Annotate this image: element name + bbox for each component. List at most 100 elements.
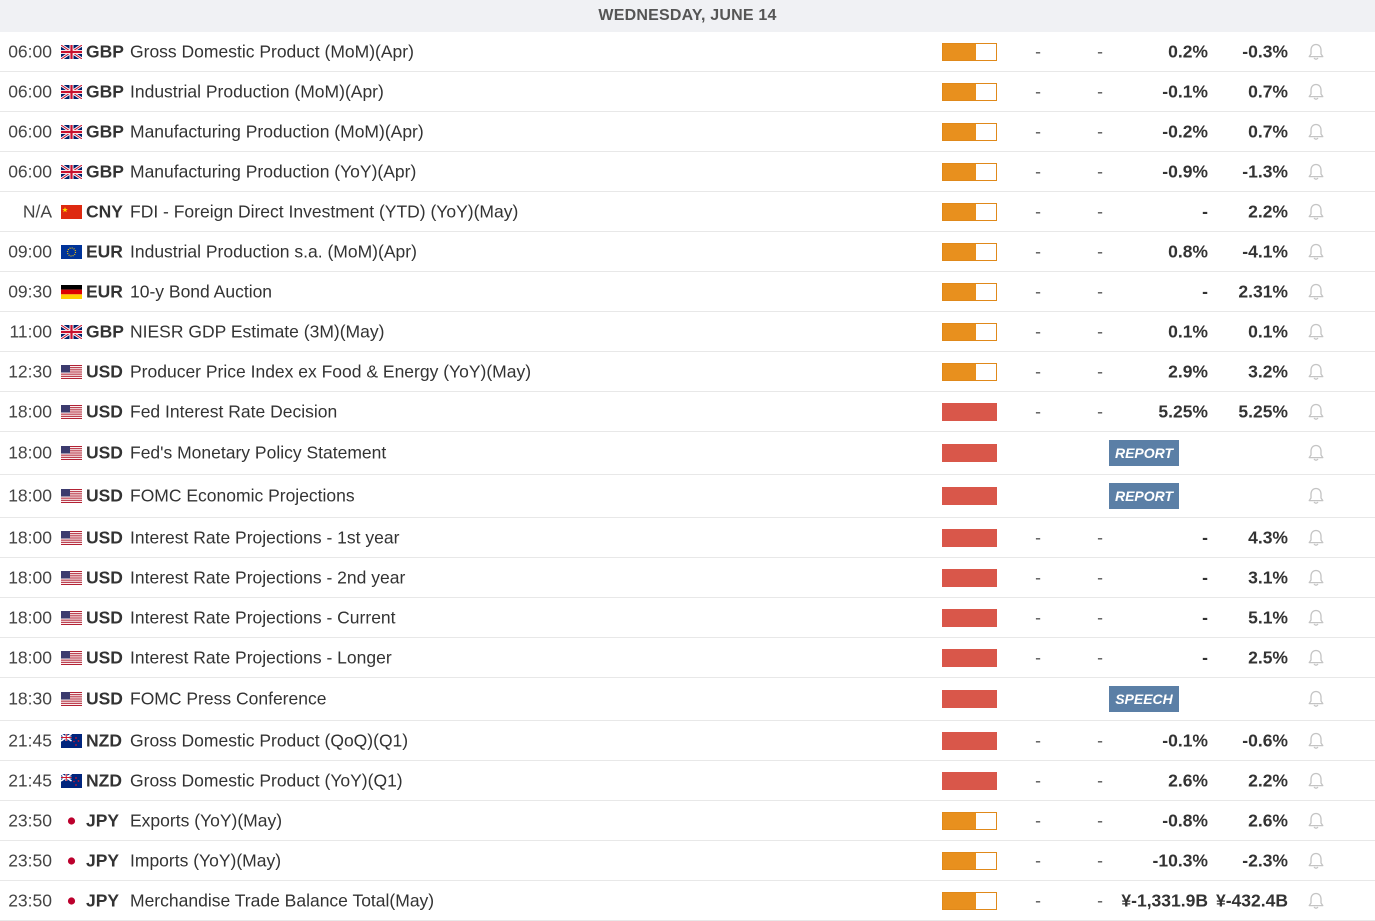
importance-fill	[943, 43, 976, 60]
event-row[interactable]: 21:45 NZD Gross Domestic Product (YoY)(Q1)…	[0, 761, 1375, 801]
currency-code: GBP	[86, 121, 124, 141]
event-name[interactable]: 10-y Bond Auction	[130, 281, 272, 302]
event-name[interactable]: Gross Domestic Product (QoQ)(Q1)	[130, 730, 408, 751]
actual-value: -	[1035, 647, 1041, 667]
forecast-value: -	[1202, 527, 1208, 547]
event-name[interactable]: Fed Interest Rate Decision	[130, 401, 337, 422]
event-time: N/A	[22, 201, 52, 221]
event-name[interactable]: Gross Domestic Product (YoY)(Q1)	[130, 770, 403, 791]
flag-gb-icon	[61, 44, 82, 59]
speech-badge[interactable]: SPEECH	[1109, 686, 1179, 712]
importance-medium-icon	[942, 362, 997, 381]
flag-us-icon	[61, 570, 82, 585]
bell-icon[interactable]	[1306, 811, 1326, 831]
event-name[interactable]: Interest Rate Projections - Longer	[130, 647, 392, 668]
event-row[interactable]: 12:30 USD Producer Price Index ex Food & E…	[0, 352, 1375, 392]
event-name[interactable]: Manufacturing Production (YoY)(Apr)	[130, 161, 416, 182]
bell-icon[interactable]	[1306, 82, 1326, 102]
event-name[interactable]: Gross Domestic Product (MoM)(Apr)	[130, 41, 414, 62]
bell-icon[interactable]	[1306, 648, 1326, 668]
bell-icon[interactable]	[1306, 731, 1326, 751]
bell-icon[interactable]	[1306, 322, 1326, 342]
event-row[interactable]: 21:45 NZD Gross Domestic Product (QoQ)(Q1)…	[0, 721, 1375, 761]
bell-icon[interactable]	[1306, 568, 1326, 588]
event-name[interactable]: Fed's Monetary Policy Statement	[130, 443, 386, 464]
event-row[interactable]: 18:00 USD FOMC Economic Projections REPORT	[0, 475, 1375, 518]
event-name[interactable]: NIESR GDP Estimate (3M)(May)	[130, 321, 384, 342]
bell-icon[interactable]	[1306, 42, 1326, 62]
currency-code: NZD	[86, 770, 122, 790]
event-row[interactable]: 23:50 JPY Exports (YoY)(May) - - -0.8% 2.6%	[0, 801, 1375, 841]
bell-icon[interactable]	[1306, 362, 1326, 382]
event-row[interactable]: 18:30 USD FOMC Press Conference SPEECH	[0, 678, 1375, 721]
event-name[interactable]: Exports (YoY)(May)	[130, 810, 282, 831]
flag-gb-icon	[61, 164, 82, 179]
event-row[interactable]: 18:00 USD Fed's Monetary Policy Statement R…	[0, 432, 1375, 475]
event-row[interactable]: 23:50 JPY Merchandise Trade Balance Total(…	[0, 881, 1375, 921]
importance-high-icon	[942, 402, 997, 421]
forecast-value: 0.8%	[1168, 241, 1208, 261]
bell-icon[interactable]	[1306, 282, 1326, 302]
bell-icon[interactable]	[1306, 162, 1326, 182]
event-name[interactable]: Interest Rate Projections - 1st year	[130, 527, 399, 548]
event-row[interactable]: 18:00 USD Interest Rate Projections - Long…	[0, 638, 1375, 678]
report-badge[interactable]: REPORT	[1109, 483, 1179, 509]
currency-code: USD	[86, 527, 123, 547]
event-row[interactable]: 06:00 GBP Manufacturing Production (YoY)(A…	[0, 152, 1375, 192]
event-name[interactable]: FOMC Economic Projections	[130, 486, 355, 507]
bell-icon[interactable]	[1306, 608, 1326, 628]
bell-icon[interactable]	[1306, 202, 1326, 222]
importance-medium-icon	[942, 42, 997, 61]
previous-value: 0.7%	[1248, 121, 1288, 141]
currency-code: NZD	[86, 730, 122, 750]
event-name[interactable]: Industrial Production (MoM)(Apr)	[130, 81, 384, 102]
actual-value: -	[1035, 607, 1041, 627]
event-name[interactable]: Imports (YoY)(May)	[130, 850, 281, 871]
bell-icon[interactable]	[1306, 443, 1326, 463]
event-row[interactable]: 18:00 USD Interest Rate Projections - Curr…	[0, 598, 1375, 638]
event-row[interactable]: 11:00 GBP NIESR GDP Estimate (3M)(May) - -0.…	[0, 312, 1375, 352]
event-row[interactable]: 06:00 GBP Gross Domestic Product (MoM)(Apr…	[0, 32, 1375, 72]
event-name[interactable]: Industrial Production s.a. (MoM)(Apr)	[130, 241, 417, 262]
event-name[interactable]: Manufacturing Production (MoM)(Apr)	[130, 121, 424, 142]
currency-code: GBP	[86, 161, 124, 181]
bell-icon[interactable]	[1306, 689, 1326, 709]
event-row[interactable]: 09:00 EUR Industrial Production s.a. (MoM)…	[0, 232, 1375, 272]
bell-icon[interactable]	[1306, 528, 1326, 548]
bell-icon[interactable]	[1306, 122, 1326, 142]
bell-icon[interactable]	[1306, 242, 1326, 262]
event-row[interactable]: 18:00 USD Fed Interest Rate Decision - -5.25…	[0, 392, 1375, 432]
events-table: 06:00 GBP Gross Domestic Product (MoM)(Apr…	[0, 32, 1375, 921]
currency-code: USD	[86, 361, 123, 381]
event-row[interactable]: 23:50 JPY Imports (YoY)(May) - - -10.3% -2.3%	[0, 841, 1375, 881]
flag-us-icon	[61, 692, 82, 706]
importance-fill	[943, 812, 976, 829]
event-name[interactable]: Merchandise Trade Balance Total(May)	[130, 890, 434, 911]
flag-us-icon	[61, 364, 82, 379]
event-name[interactable]: Producer Price Index ex Food & Energy (Y…	[130, 361, 531, 382]
bell-icon[interactable]	[1306, 486, 1326, 506]
event-row[interactable]: 09:30 EUR 10-y Bond Auction - - -2.31%	[0, 272, 1375, 312]
bell-icon[interactable]	[1306, 891, 1326, 911]
event-row[interactable]: 06:00 GBP Manufacturing Production (MoM)(A…	[0, 112, 1375, 152]
event-name[interactable]: FOMC Press Conference	[130, 689, 326, 710]
event-name[interactable]: Interest Rate Projections - 2nd year	[130, 567, 405, 588]
event-row[interactable]: 18:00 USD Interest Rate Projections - 1st …	[0, 518, 1375, 558]
event-time: 21:45	[8, 730, 52, 750]
event-row[interactable]: 18:00 USD Interest Rate Projections - 2nd …	[0, 558, 1375, 598]
bell-icon[interactable]	[1306, 851, 1326, 871]
event-name[interactable]: FDI - Foreign Direct Investment (YTD) (Y…	[130, 201, 518, 222]
previous-value: 4.3%	[1248, 527, 1288, 547]
actual-value: -	[1035, 281, 1041, 301]
bell-icon[interactable]	[1306, 771, 1326, 791]
bell-icon[interactable]	[1306, 402, 1326, 422]
forecast-value: ¥-1,331.9B	[1121, 890, 1208, 910]
event-row[interactable]: N/A CNY FDI - Foreign Direct Investment (Y…	[0, 192, 1375, 232]
flag-us-icon	[61, 446, 82, 460]
currency-code: USD	[86, 688, 123, 709]
event-row[interactable]: 06:00 GBP Industrial Production (MoM)(Apr)…	[0, 72, 1375, 112]
event-name[interactable]: Interest Rate Projections - Current	[130, 607, 396, 628]
actual-value: -	[1035, 730, 1041, 750]
report-badge[interactable]: REPORT	[1109, 440, 1179, 466]
importance-fill	[943, 892, 976, 909]
